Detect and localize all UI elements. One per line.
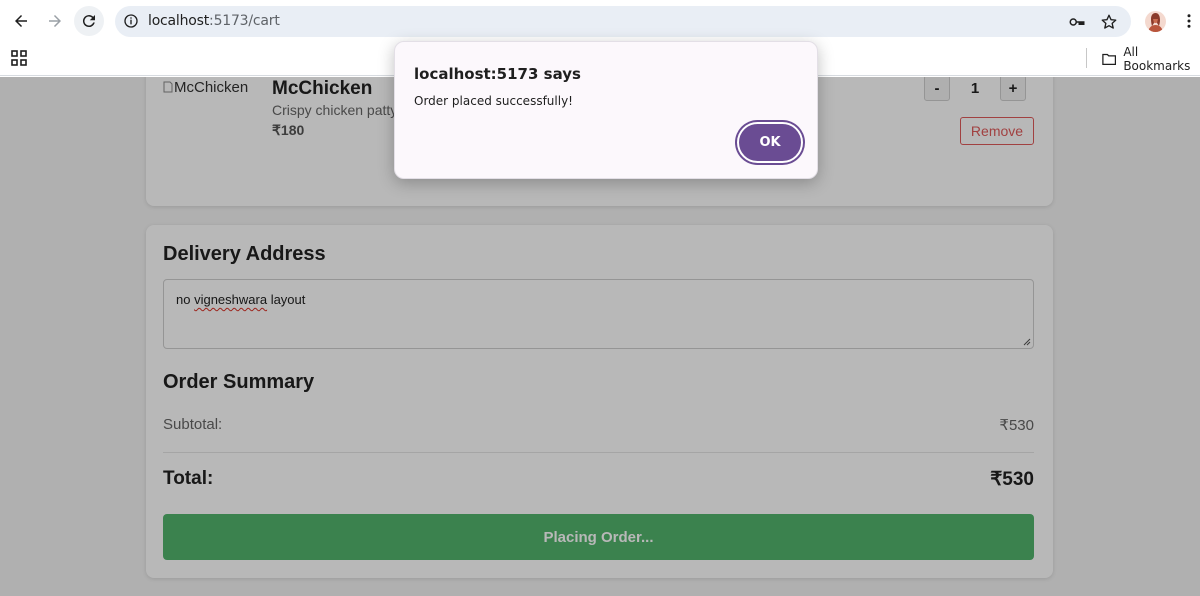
arrow-left-icon (15, 15, 27, 27)
key-icon[interactable] (1068, 13, 1086, 31)
bookmarks-divider (1086, 48, 1087, 68)
profile-avatar[interactable] (1145, 11, 1166, 32)
all-bookmarks-label: All Bookmarks (1123, 45, 1191, 73)
alert-dialog: localhost:5173 says Order placed success… (394, 41, 818, 179)
person-icon (1148, 13, 1163, 32)
all-bookmarks-button[interactable]: All Bookmarks (1102, 45, 1200, 73)
forward-button[interactable] (40, 6, 70, 36)
url-path: :5173/cart (209, 13, 280, 29)
reload-button[interactable] (74, 6, 104, 36)
star-icon[interactable] (1100, 13, 1118, 31)
address-bar[interactable]: localhost:5173/cart (115, 6, 1131, 37)
dialog-title: localhost:5173 says (414, 65, 581, 83)
arrow-right-icon (49, 15, 61, 27)
dialog-message: Order placed successfully! (414, 94, 573, 108)
url-host: localhost (148, 13, 210, 29)
info-icon[interactable] (123, 13, 139, 29)
browser-toolbar: localhost:5173/cart (0, 0, 1200, 42)
back-button[interactable] (6, 6, 36, 36)
dialog-ok-button[interactable]: OK (737, 122, 803, 163)
folder-icon (1102, 53, 1117, 65)
apps-grid-icon[interactable] (11, 50, 27, 66)
kebab-menu-icon[interactable] (1180, 12, 1198, 30)
url-text: localhost:5173/cart (148, 13, 280, 29)
reload-icon (82, 15, 95, 28)
